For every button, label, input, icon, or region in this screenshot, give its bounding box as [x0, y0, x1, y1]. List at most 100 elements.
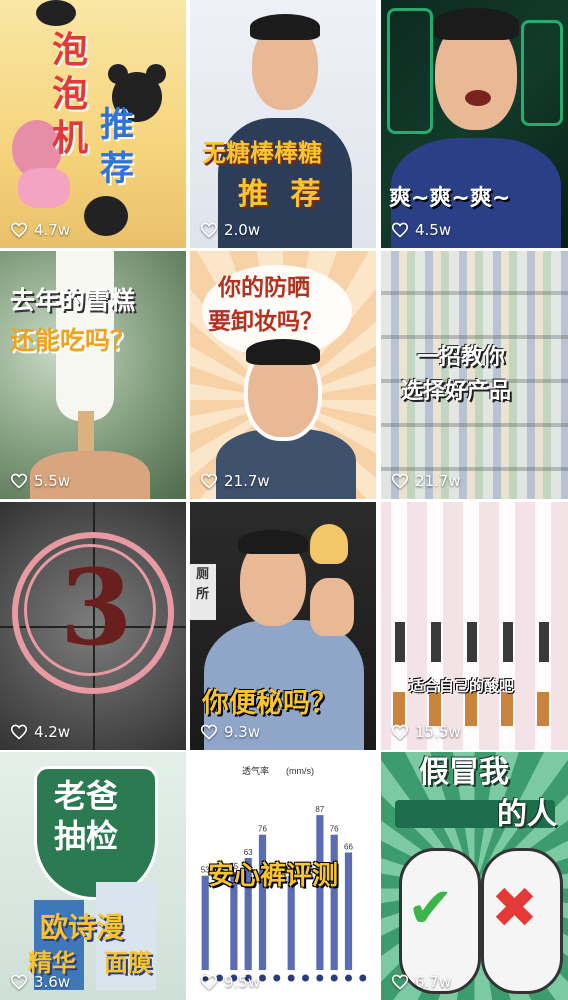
video-tile-acid[interactable]: 适合自己的酸吧 15.5w [381, 502, 568, 750]
badge-line2: 抽检 [54, 817, 119, 855]
caption: 适合自己的酸吧 [409, 677, 515, 695]
caption: 你便秘吗？ [202, 688, 337, 719]
mickey-ear [146, 64, 166, 84]
like-count: 21.7w [391, 472, 461, 490]
shelf-background [381, 251, 568, 499]
like-count: 3.6w [10, 973, 70, 991]
caption-line2: 的人 [497, 797, 557, 832]
video-tile-counterfeit[interactable]: ✔ ✖ 假冒我 的人 6.7w [381, 752, 568, 1000]
like-count-value: 9.3w [224, 723, 261, 741]
like-count: 9.3w [200, 723, 260, 741]
heart-icon [200, 473, 218, 489]
chart-category-marker [302, 974, 309, 982]
caption-line2: 还能吃吗？ [10, 326, 136, 355]
like-count-value: 9.5w [224, 973, 261, 991]
mickey-ear [108, 64, 128, 84]
video-tile-constipation[interactable]: 厕 所 你便秘吗？ 9.3w [190, 502, 376, 750]
chart-data-label: 76 [258, 825, 267, 834]
video-tile-shuang[interactable]: 爽~爽~爽~ 4.5w [381, 0, 568, 248]
mickey-toy [84, 196, 128, 236]
badge-line1: 老爸 [54, 777, 119, 815]
like-count-value: 6.7w [415, 973, 452, 991]
caption: 安心裤评测 [208, 861, 339, 891]
chart-data-label: 87 [315, 805, 324, 814]
caption-line1: 去年的雪糕 [10, 286, 136, 315]
video-tile-bubble-machine[interactable]: 泡 泡 机 推 荐 4.7w [0, 0, 186, 248]
chart-category-marker [330, 974, 338, 982]
video-tile-choose-product[interactable]: 一招教你 选择好产品 21.7w [381, 251, 568, 499]
caption-line2: 要卸妆吗？ [208, 309, 323, 335]
chart-bar [344, 852, 353, 970]
caption: 爽~爽~爽~ [389, 186, 511, 211]
like-count: 21.7w [200, 472, 270, 490]
caption-line1: 一招教你 [417, 345, 506, 370]
like-count: 4.7w [10, 221, 70, 239]
like-count-value: 21.7w [224, 472, 270, 490]
chart-category-marker [287, 974, 295, 982]
chart-bar [330, 834, 338, 970]
like-count-value: 3.6w [34, 973, 71, 991]
video-tile-countdown[interactable]: 3 4.2w [0, 502, 186, 750]
heart-icon [10, 222, 28, 238]
chart-title: 透气率 [242, 765, 269, 776]
poop-emoji [310, 524, 348, 564]
caption-line2: 选择好产品 [401, 379, 512, 404]
chart-category-marker [316, 974, 324, 982]
dark-bottles [381, 622, 568, 662]
chart-ylabel: (mm/s) [286, 766, 314, 776]
pink-toy [18, 168, 70, 208]
heart-icon [200, 974, 218, 990]
heart-icon [391, 222, 409, 238]
caption-line1: 无糖棒棒糖 [202, 139, 322, 167]
chart-data-label: 63 [244, 848, 253, 857]
like-count-value: 15.5w [415, 723, 461, 741]
neon-decor [387, 8, 433, 134]
chart-bar [258, 834, 267, 970]
video-grid: 泡 泡 机 推 荐 4.7w 无糖棒棒糖 推 荐 2.0w 爽~爽~爽~ 4.5… [0, 0, 568, 1000]
caption-tui: 推 [100, 105, 134, 145]
heart-icon [200, 222, 218, 238]
mickey-ears-top [36, 0, 76, 26]
check-icon: ✔ [407, 876, 454, 941]
caption-jian: 荐 [100, 149, 134, 189]
chart-category-marker [273, 974, 281, 982]
heart-icon [10, 974, 28, 990]
heart-icon [391, 724, 409, 740]
caption-brand: 欧诗漫 [40, 911, 125, 944]
video-tile-ice-cream[interactable]: 去年的雪糕 还能吃吗？ 5.5w [0, 251, 186, 499]
video-tile-sugar-free-lollipop[interactable]: 无糖棒棒糖 推 荐 2.0w [190, 0, 376, 248]
like-count-value: 4.5w [415, 221, 452, 239]
caption-ji: 机 [52, 118, 89, 159]
chart-category-marker [359, 974, 367, 982]
caption-pao1: 泡 [52, 30, 89, 71]
heart-icon [391, 974, 409, 990]
caption-line1: 假冒我 [419, 755, 509, 790]
like-count: 6.7w [391, 973, 451, 991]
caption-pao2: 泡 [52, 74, 89, 115]
caption-mask: 面膜 [104, 949, 152, 977]
video-tile-mask-test[interactable]: 老爸 抽检 欧诗漫 精华 面膜 3.6w [0, 752, 186, 1000]
sign-char1: 厕 [196, 567, 210, 582]
like-count-value: 2.0w [224, 221, 261, 239]
caption-line2: 推 荐 [238, 177, 327, 212]
heart-icon [391, 473, 409, 489]
heart-icon [200, 724, 218, 740]
like-count-value: 4.7w [34, 221, 71, 239]
countdown-number: 3 [60, 546, 133, 669]
like-count-value: 4.2w [34, 723, 71, 741]
like-count: 4.2w [10, 723, 70, 741]
chart-category-marker [345, 974, 352, 982]
like-count: 4.5w [391, 221, 451, 239]
cross-icon: ✖ [491, 876, 538, 941]
like-count-value: 21.7w [415, 472, 461, 490]
chart-data-label: 76 [330, 825, 339, 834]
like-count: 5.5w [10, 472, 70, 490]
chart-data-label: 66 [344, 843, 353, 852]
caption-line1: 你的防晒 [218, 275, 310, 301]
like-count-value: 5.5w [34, 472, 71, 490]
heart-icon [10, 473, 28, 489]
video-tile-sunscreen[interactable]: 你的防晒 要卸妆吗？ 21.7w [190, 251, 376, 499]
like-count: 2.0w [200, 221, 260, 239]
like-count: 15.5w [391, 723, 461, 741]
video-tile-pants-test[interactable]: 透气率 (mm/s) 53 55 63 76 53 87 76 66 安心裤评测 9.5w [190, 752, 376, 1000]
